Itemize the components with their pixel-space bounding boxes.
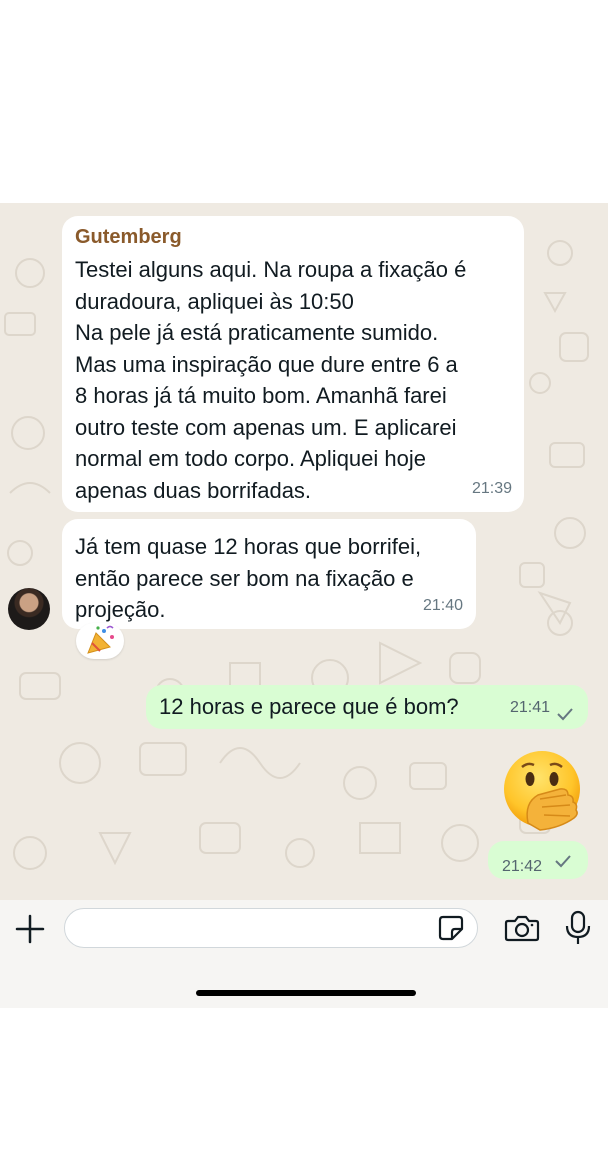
message-text: Já tem quase 12 horas que borrifei, entã… — [75, 534, 422, 622]
message-bubble-outgoing[interactable]: 12 horas e parece que é bom? 21:41 — [146, 685, 588, 729]
sent-check-icon — [555, 855, 571, 868]
message-time: 21:41 — [509, 698, 550, 716]
message-time: 21:39 — [471, 479, 512, 497]
message-time: 21:42 — [502, 858, 543, 875]
chat-area[interactable]: Gutemberg Testei alguns aqui. Na roupa a… — [0, 203, 608, 900]
message-bubble-incoming[interactable]: Gutemberg Testei alguns aqui. Na roupa a… — [62, 216, 524, 512]
avatar[interactable] — [8, 588, 50, 630]
party-popper-icon — [87, 625, 114, 654]
composer-bar — [0, 900, 608, 1008]
reaction-badge[interactable] — [76, 623, 124, 659]
message-bubble-outgoing[interactable]: 21:42 — [488, 841, 588, 879]
camera-icon[interactable] — [504, 913, 540, 943]
home-indicator — [196, 990, 416, 996]
sticker-icon[interactable] — [437, 914, 465, 942]
face-with-hand-over-mouth-emoji[interactable] — [500, 749, 584, 833]
plus-icon[interactable] — [14, 913, 46, 945]
message-bubble-incoming[interactable]: Já tem quase 12 horas que borrifei, entã… — [62, 519, 476, 629]
message-text: Testei alguns aqui. Na roupa a fixação é… — [75, 257, 467, 503]
microphone-icon[interactable] — [565, 910, 591, 946]
message-input[interactable] — [64, 908, 478, 948]
sent-check-icon — [557, 708, 573, 721]
message-time: 21:40 — [422, 596, 463, 614]
sender-name[interactable]: Gutemberg — [75, 224, 512, 250]
